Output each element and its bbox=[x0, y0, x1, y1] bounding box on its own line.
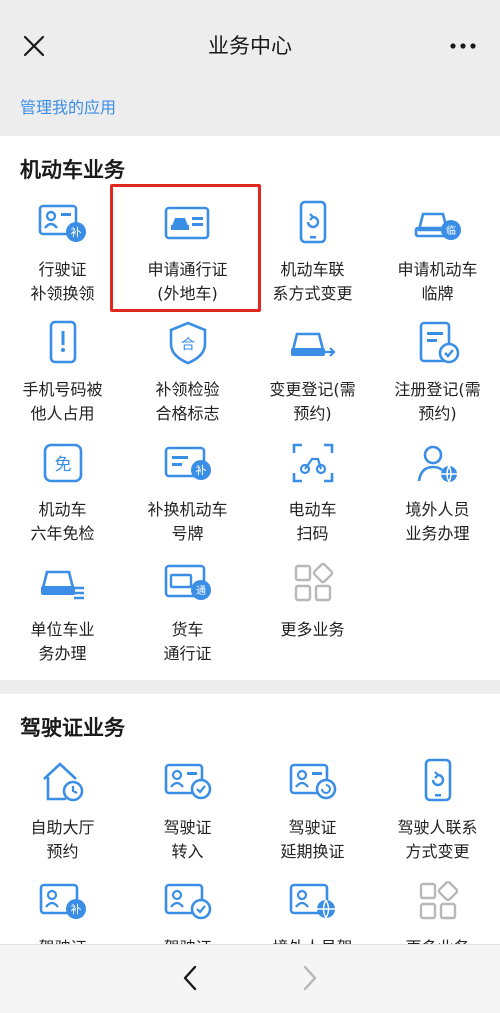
hall-clock-icon bbox=[36, 754, 90, 808]
license-renew-icon bbox=[286, 754, 340, 808]
shield-badge-icon: 合 bbox=[161, 316, 215, 370]
vehicle-services-grid: 补 行驶证 补领换领 申请通行证 (外地车) 机动车联 系方式变更 临 申请机动… bbox=[0, 196, 500, 676]
service-label: 驾驶证 转入 bbox=[163, 818, 212, 861]
svg-text:补: 补 bbox=[195, 464, 206, 477]
plate-replace-icon: 补 bbox=[161, 436, 215, 490]
car-pass-icon bbox=[161, 196, 215, 250]
phone-update-icon bbox=[411, 754, 465, 808]
license-check-icon bbox=[161, 874, 215, 928]
section-title: 驾驶证业务 bbox=[20, 716, 125, 740]
service-label: 行驶证 补领换领 bbox=[30, 260, 95, 303]
svg-text:补: 补 bbox=[70, 903, 81, 916]
driver-services-grid: 自助大厅 预约 驾驶证 转入 驾驶证 延期换证 驾驶人联系 方式变更 补 bbox=[0, 754, 500, 944]
service-label: 变更登记(需 预约) bbox=[269, 380, 356, 423]
service-company-car[interactable]: 单位车业 务办理 bbox=[0, 556, 125, 676]
bottom-nav-bar bbox=[0, 944, 500, 1013]
manage-apps-bar: 管理我的应用 bbox=[0, 72, 500, 136]
service-hall-appointment[interactable]: 自助大厅 预约 bbox=[0, 754, 125, 874]
service-label: 境外人员 业务办理 bbox=[405, 500, 470, 543]
service-label: 电动车 扫码 bbox=[288, 500, 337, 543]
car-change-icon bbox=[286, 316, 340, 370]
exempt-icon: 免 bbox=[36, 436, 90, 490]
back-arrow-icon[interactable] bbox=[178, 963, 202, 993]
phone-alert-icon bbox=[36, 316, 90, 370]
service-new-registration[interactable]: 注册登记(需 预约) bbox=[375, 316, 500, 436]
forward-arrow-icon[interactable] bbox=[298, 963, 322, 993]
service-license-check[interactable]: 驾驶证 bbox=[125, 874, 250, 944]
service-label: 机动车 六年免检 bbox=[30, 500, 95, 543]
phone-update-icon bbox=[286, 196, 340, 250]
license-transfer-icon bbox=[161, 754, 215, 808]
svg-text:通: 通 bbox=[196, 585, 206, 597]
company-car-icon bbox=[36, 556, 90, 610]
service-foreign-driver[interactable]: 境外人员驾 bbox=[250, 874, 375, 944]
service-label: 机动车联 系方式变更 bbox=[272, 260, 353, 303]
service-car-pass[interactable]: 申请通行证 (外地车) bbox=[125, 196, 250, 316]
more-grid-icon bbox=[286, 556, 340, 610]
service-label: 驾驶证 延期换证 bbox=[280, 818, 345, 861]
document-check-icon bbox=[411, 316, 465, 370]
service-label: 手机号码被 他人占用 bbox=[22, 380, 103, 423]
truck-pass-icon: 通 bbox=[161, 556, 215, 610]
service-license-replace-2[interactable]: 补 驾驶证 bbox=[0, 874, 125, 944]
service-label: 驾驶证 bbox=[128, 936, 248, 944]
scan-ebike-icon bbox=[286, 436, 340, 490]
more-grid-icon bbox=[411, 874, 465, 928]
service-label: 补领检验 合格标志 bbox=[155, 380, 220, 423]
temp-plate-car-icon: 临 bbox=[411, 196, 465, 250]
service-plate-replace[interactable]: 补 补换机动车 号牌 bbox=[125, 436, 250, 556]
service-more-driver[interactable]: 更多业务 bbox=[375, 874, 500, 944]
service-label: 境外人员驾 bbox=[253, 936, 373, 944]
service-label: 更多业务 bbox=[280, 620, 345, 639]
service-foreign-person[interactable]: 境外人员 业务办理 bbox=[375, 436, 500, 556]
service-label: 申请机动车 临牌 bbox=[397, 260, 478, 303]
service-vehicle-contact-change[interactable]: 机动车联 系方式变更 bbox=[250, 196, 375, 316]
service-label: 驾驶证 bbox=[3, 936, 123, 944]
service-license-transfer[interactable]: 驾驶证 转入 bbox=[125, 754, 250, 874]
license-replace-icon: 补 bbox=[36, 874, 90, 928]
license-card-icon: 补 bbox=[36, 196, 90, 250]
service-inspection-mark[interactable]: 合 补领检验 合格标志 bbox=[125, 316, 250, 436]
license-globe-icon bbox=[286, 874, 340, 928]
svg-text:合: 合 bbox=[181, 337, 195, 353]
foreign-person-icon bbox=[411, 436, 465, 490]
service-label: 货车 通行证 bbox=[163, 620, 212, 663]
service-label: 更多业务 bbox=[378, 936, 498, 944]
svg-text:免: 免 bbox=[54, 455, 71, 475]
svg-text:补: 补 bbox=[70, 226, 81, 239]
service-license-renew[interactable]: 驾驶证 延期换证 bbox=[250, 754, 375, 874]
service-ebike-scan[interactable]: 电动车 扫码 bbox=[250, 436, 375, 556]
driver-license-section: 驾驶证业务 自助大厅 预约 驾驶证 转入 驾驶证 延期换证 驾驶人联系 方式变更… bbox=[0, 694, 500, 944]
service-temp-plate[interactable]: 临 申请机动车 临牌 bbox=[375, 196, 500, 316]
service-label: 驾驶人联系 方式变更 bbox=[397, 818, 478, 861]
manage-apps-link[interactable]: 管理我的应用 bbox=[20, 94, 116, 118]
service-truck-pass[interactable]: 通 货车 通行证 bbox=[125, 556, 250, 676]
service-label: 注册登记(需 预约) bbox=[394, 380, 481, 423]
vehicle-section: 机动车业务 补 行驶证 补领换领 申请通行证 (外地车) 机动车联 系方式变更 … bbox=[0, 136, 500, 680]
service-phone-occupied[interactable]: 手机号码被 他人占用 bbox=[0, 316, 125, 436]
service-label: 申请通行证 (外地车) bbox=[147, 260, 228, 303]
top-bar: 业务中心 bbox=[0, 0, 500, 72]
svg-text:临: 临 bbox=[446, 224, 456, 237]
service-six-year-exempt[interactable]: 免 机动车 六年免检 bbox=[0, 436, 125, 556]
service-license-replace[interactable]: 补 行驶证 补领换领 bbox=[0, 196, 125, 316]
more-icon[interactable] bbox=[448, 34, 478, 58]
service-more[interactable]: 更多业务 bbox=[250, 556, 375, 676]
service-label: 自助大厅 预约 bbox=[30, 818, 95, 861]
service-driver-contact-change[interactable]: 驾驶人联系 方式变更 bbox=[375, 754, 500, 874]
service-label: 补换机动车 号牌 bbox=[147, 500, 228, 543]
service-change-registration[interactable]: 变更登记(需 预约) bbox=[250, 316, 375, 436]
service-label: 单位车业 务办理 bbox=[30, 620, 95, 663]
section-title: 机动车业务 bbox=[20, 158, 125, 182]
page-title: 业务中心 bbox=[208, 34, 292, 58]
